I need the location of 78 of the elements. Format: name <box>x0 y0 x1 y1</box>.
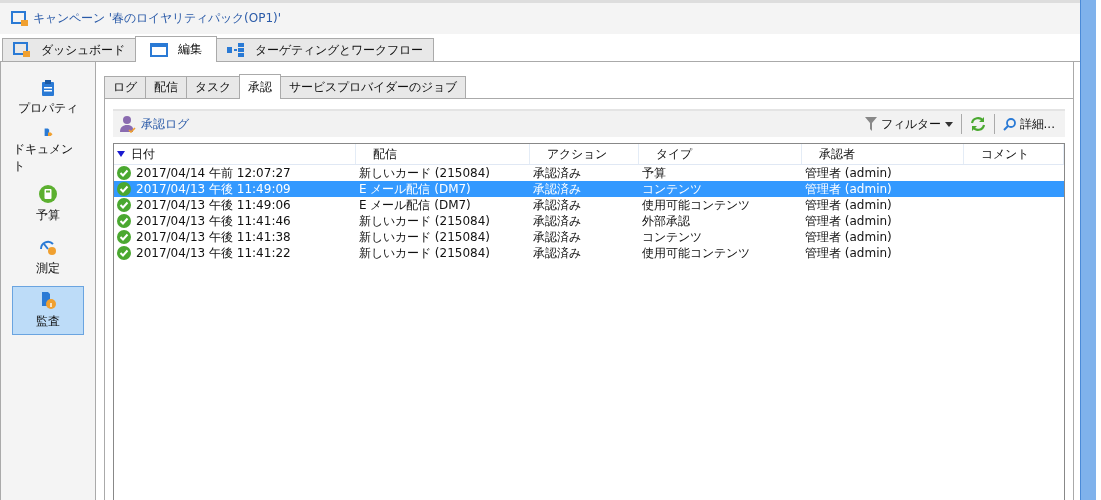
table-row[interactable]: 2017/04/14 午前 12:07:27 新しいカード (215084) 承認済み 予算 管理者 (admin) <box>114 165 1064 181</box>
table-row[interactable]: 2017/04/13 午後 11:41:22 新しいカード (215084) 承認済み 使用可能コンテンツ 管理者 (admin) <box>114 245 1064 261</box>
details-button[interactable]: 詳細... <box>998 115 1059 133</box>
sidebar-item[interactable]: プロパティ <box>12 74 84 123</box>
filter-icon <box>864 117 877 131</box>
check-icon <box>117 246 131 260</box>
table-cell: コンテンツ <box>642 180 702 198</box>
clipboard-icon <box>42 80 54 96</box>
tab[interactable]: 編集 <box>135 36 217 62</box>
check-icon <box>117 214 131 228</box>
tab[interactable]: 承認 <box>239 74 281 99</box>
search-icon <box>1002 117 1016 131</box>
toolbar-title: 承認ログ <box>141 115 189 133</box>
monitor-icon <box>13 42 31 58</box>
table-cell: 新しいカード (215084) <box>359 244 490 262</box>
sidebar-item[interactable]: 測定 <box>12 233 84 282</box>
check-icon <box>117 230 131 244</box>
table-cell: 承認済み <box>533 164 581 182</box>
column-header[interactable]: 配信 <box>356 144 530 164</box>
table-cell: 承認済み <box>533 228 581 246</box>
column-header[interactable]: タイプ <box>639 144 802 164</box>
table-cell: 外部承認 <box>642 212 690 230</box>
user-check-icon <box>119 115 137 133</box>
table-cell: 2017/04/13 午後 11:41:46 <box>136 212 291 230</box>
refresh-icon <box>969 116 986 132</box>
workflow-icon <box>227 43 245 57</box>
table-cell: 承認済み <box>533 212 581 230</box>
table-cell: 管理者 (admin) <box>805 196 892 214</box>
table-cell: 承認済み <box>533 196 581 214</box>
table-cell: E メール配信 (DM7) <box>359 196 471 214</box>
sidebar-item[interactable]: 予算 <box>12 180 84 229</box>
table-cell: 2017/04/14 午前 12:07:27 <box>136 164 291 182</box>
sidebar-item[interactable]: 監査 <box>12 286 84 335</box>
table-cell: コンテンツ <box>642 228 702 246</box>
table-cell: 2017/04/13 午後 11:41:38 <box>136 228 291 246</box>
tab[interactable]: ダッシュボード <box>2 38 136 61</box>
document-info-icon <box>40 291 56 309</box>
check-icon <box>117 198 131 212</box>
column-header[interactable]: 承認者 <box>802 144 964 164</box>
table-cell: 2017/04/13 午後 11:49:06 <box>136 196 291 214</box>
tab[interactable]: サービスプロバイダーのジョブ <box>280 76 466 98</box>
table-cell: 使用可能コンテンツ <box>642 196 750 214</box>
table-cell: 新しいカード (215084) <box>359 228 490 246</box>
sidebar-item[interactable]: ドキュメント <box>12 127 84 176</box>
table-cell: 承認済み <box>533 244 581 262</box>
tab[interactable]: 配信 <box>145 76 187 98</box>
calculator-icon <box>39 185 57 203</box>
campaign-icon <box>11 10 29 27</box>
column-header[interactable]: コメント <box>964 144 1064 164</box>
column-header[interactable]: アクション <box>530 144 639 164</box>
filter-button[interactable]: フィルター <box>860 115 957 133</box>
table-row[interactable]: 2017/04/13 午後 11:49:06 E メール配信 (DM7) 承認済み 使用可能コンテンツ 管理者 (admin) <box>114 197 1064 213</box>
column-header[interactable]: 日付 <box>114 144 356 164</box>
caret-icon <box>944 121 953 127</box>
table-cell: E メール配信 (DM7) <box>359 180 471 198</box>
tab[interactable]: タスク <box>186 76 240 98</box>
table-cell: 管理者 (admin) <box>805 244 892 262</box>
table-cell: 予算 <box>642 164 666 182</box>
check-icon <box>117 166 131 180</box>
check-icon <box>117 182 131 196</box>
window-icon <box>150 42 168 57</box>
table-cell: 使用可能コンテンツ <box>642 244 750 262</box>
table-row[interactable]: 2017/04/13 午後 11:41:38 新しいカード (215084) 承認済み コンテンツ 管理者 (admin) <box>114 229 1064 245</box>
gauge-icon <box>39 238 57 256</box>
table-cell: 管理者 (admin) <box>805 164 892 182</box>
window-title: キャンペーン '春のロイヤリティパック(OP1)' <box>33 10 282 27</box>
table-cell: 管理者 (admin) <box>805 212 892 230</box>
table-row[interactable]: 2017/04/13 午後 11:41:46 新しいカード (215084) 承認済み 外部承認 管理者 (admin) <box>114 213 1064 229</box>
table-cell: 管理者 (admin) <box>805 180 892 198</box>
table-cell: 2017/04/13 午後 11:41:22 <box>136 244 291 262</box>
scrollbar[interactable] <box>1080 0 1096 500</box>
table-cell: 管理者 (admin) <box>805 228 892 246</box>
table-cell: 新しいカード (215084) <box>359 164 490 182</box>
table-cell: 2017/04/13 午後 11:49:09 <box>136 180 291 198</box>
table-cell: 承認済み <box>533 180 581 198</box>
tab[interactable]: ログ <box>104 76 146 98</box>
table-cell: 新しいカード (215084) <box>359 212 490 230</box>
tab[interactable]: ターゲティングとワークフロー <box>216 38 434 61</box>
